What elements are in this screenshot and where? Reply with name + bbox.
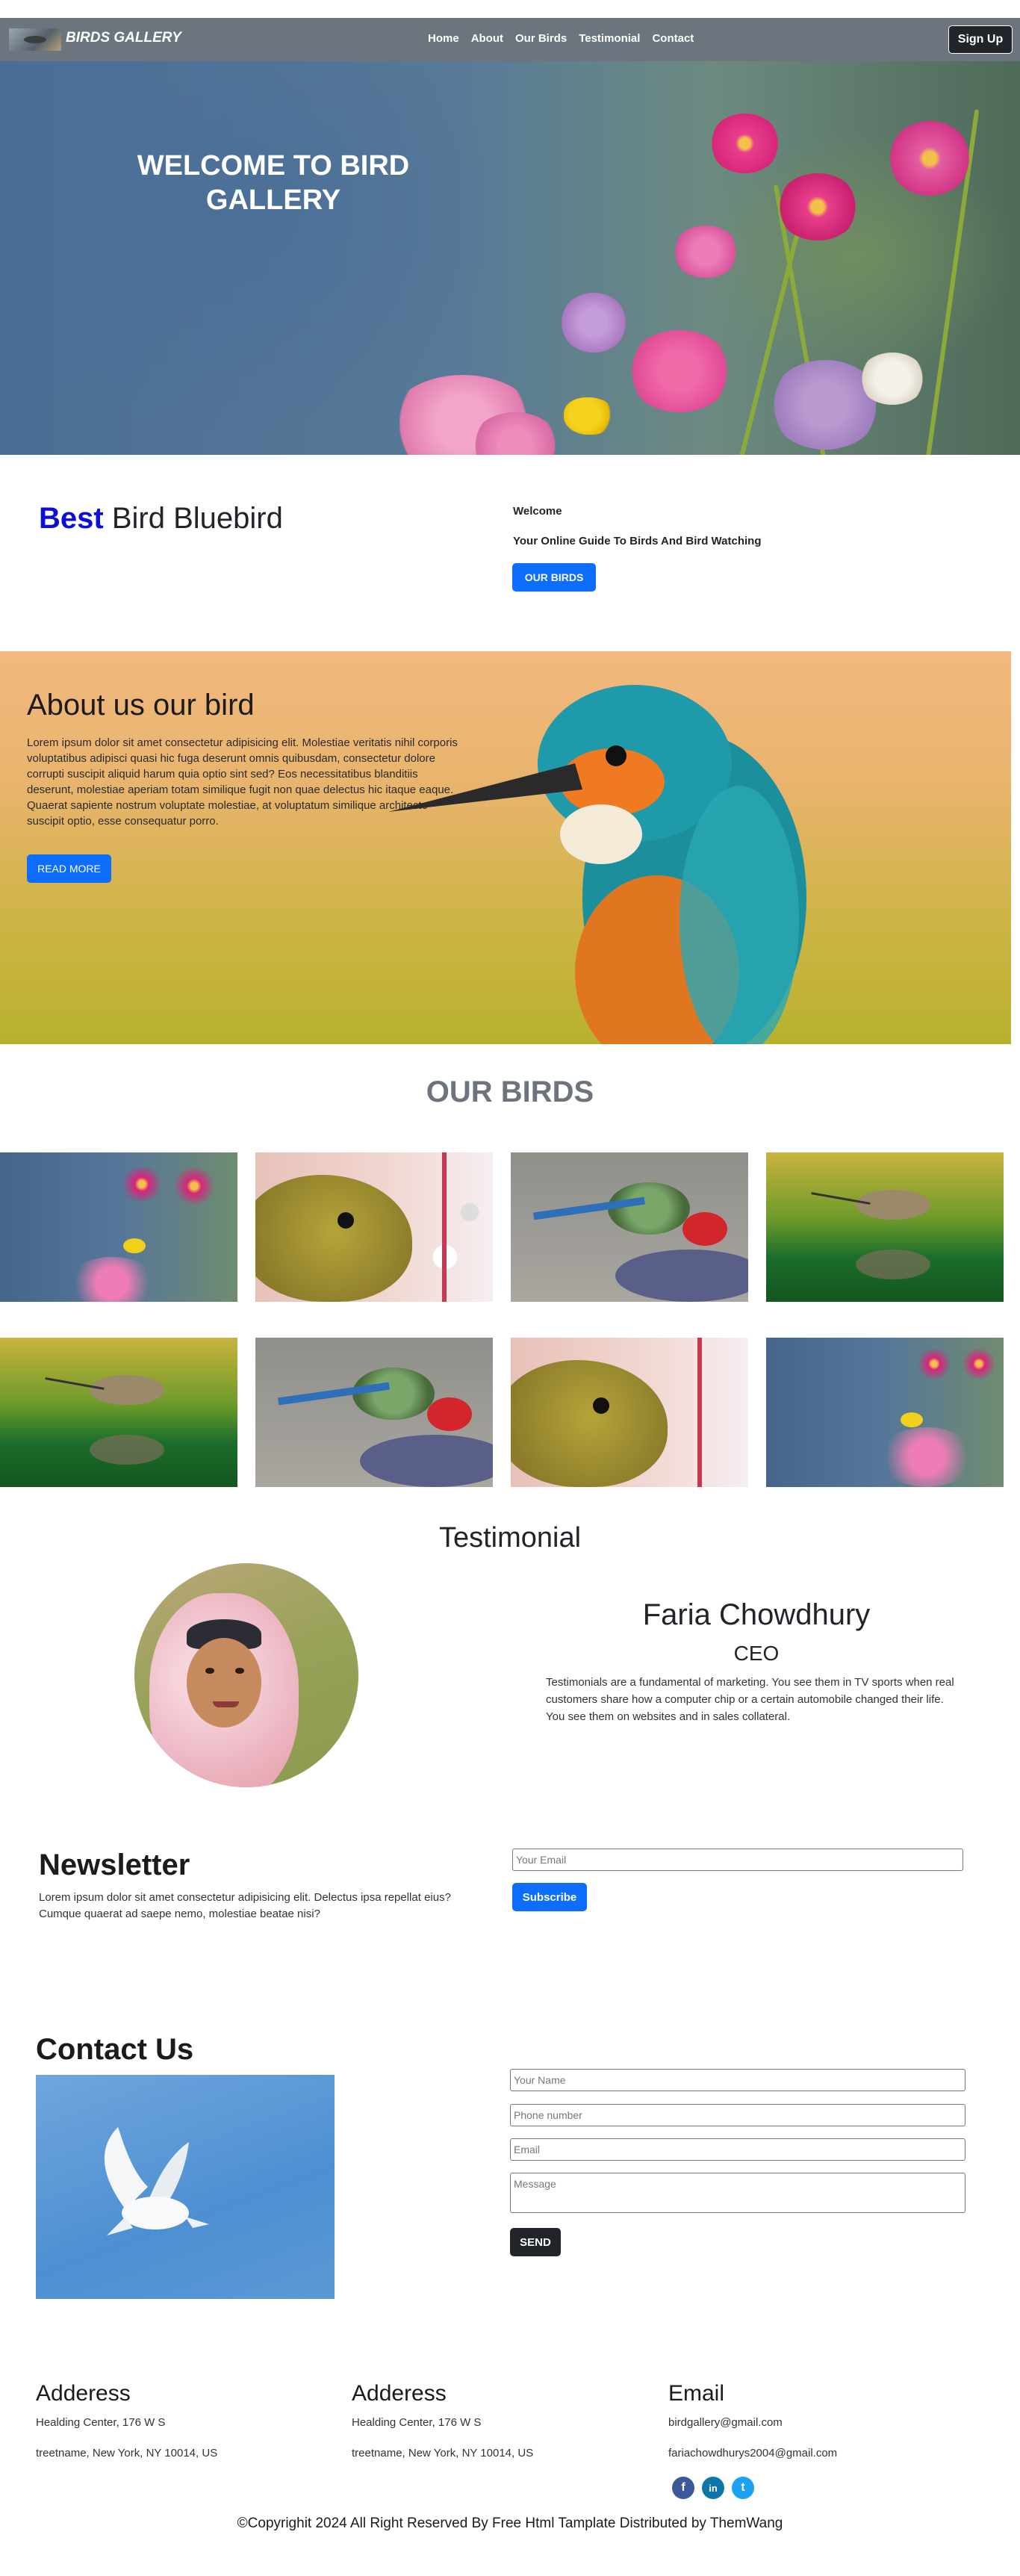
testimonial-title: Testimonial — [438, 1522, 582, 1554]
welcome-label: Welcome — [513, 505, 562, 518]
linkedin-icon[interactable]: in — [702, 2477, 724, 2499]
bird-tile-3[interactable] — [511, 1152, 748, 1302]
kingfisher-image — [388, 685, 806, 1044]
best-title: Best Bird Bluebird — [39, 502, 283, 536]
contact-title: Contact Us — [36, 2033, 194, 2066]
hero-banner: WELCOME TO BIRD GALLERY — [0, 61, 1020, 455]
bird-tile-8[interactable] — [766, 1338, 1004, 1487]
newsletter-title: Newsletter — [39, 1849, 190, 1881]
goldfinch-bird — [564, 397, 616, 435]
best-highlight: Best — [39, 502, 104, 535]
about-section: About us our bird Lorem ipsum dolor sit … — [0, 651, 1011, 1044]
dove-icon — [104, 2127, 209, 2235]
testimonial-avatar — [134, 1563, 358, 1787]
contact-message-textarea[interactable]: Message — [510, 2173, 965, 2213]
flower-image — [709, 114, 780, 173]
logo-image[interactable] — [9, 28, 61, 51]
bird-tile-2[interactable] — [255, 1152, 493, 1302]
bird-tile-1[interactable] — [0, 1152, 237, 1302]
testimonial-name: Faria Chowdhury — [642, 1598, 871, 1631]
nav-link-about[interactable]: About — [471, 32, 503, 45]
testimonial-role: CEO — [733, 1642, 780, 1665]
footer-address-title-2: Adderess — [352, 2381, 447, 2406]
nav-link-contact[interactable]: Contact — [652, 32, 694, 45]
read-more-button[interactable]: READ MORE — [27, 854, 111, 883]
twitter-icon[interactable]: t — [732, 2477, 754, 2499]
footer-address-line-1b: treetname, New York, NY 10014, US — [36, 2447, 218, 2459]
bird-tile-4[interactable] — [766, 1152, 1004, 1302]
our-birds-button[interactable]: OUR BIRDS — [512, 563, 596, 592]
footer-email-title: Email — [668, 2381, 725, 2406]
contact-name-input[interactable]: Your Name — [510, 2069, 965, 2091]
nav-link-home[interactable]: Home — [428, 32, 459, 45]
our-birds-title: OUR BIRDS — [426, 1076, 594, 1108]
footer-address-line-1a: Healding Center, 176 W S — [36, 2416, 166, 2429]
bird-tile-6[interactable] — [255, 1338, 493, 1487]
best-title-rest: Bird Bluebird — [103, 502, 283, 535]
signup-button[interactable]: Sign Up — [948, 25, 1013, 54]
testimonial-text: Testimonials are a fundamental of market… — [546, 1676, 954, 1723]
newsletter-text: Lorem ipsum dolor sit amet consectetur a… — [39, 1891, 451, 1920]
about-title: About us our bird — [27, 689, 255, 721]
guide-label: Your Online Guide To Birds And Bird Watc… — [513, 535, 762, 547]
hero-title: WELCOME TO BIRD GALLERY — [137, 150, 410, 216]
copyright-text: ©Copyrighit 2024 All Right Reserved By F… — [237, 2516, 783, 2531]
facebook-icon[interactable]: f — [672, 2477, 694, 2499]
dove-image — [36, 2075, 335, 2299]
nav-link-testimonial[interactable]: Testimonial — [579, 32, 640, 45]
brand-name[interactable]: BIRDS GALLERY — [66, 30, 181, 46]
footer-address-line-2b: treetname, New York, NY 10014, US — [352, 2447, 534, 2459]
nav-link-our-birds[interactable]: Our Birds — [515, 32, 567, 45]
subscribe-button[interactable]: Subscribe — [512, 1883, 587, 1911]
newsletter-email-input[interactable]: Your Email — [512, 1849, 963, 1871]
nav-links: Home About Our Birds Testimonial Contact — [428, 32, 694, 45]
send-button[interactable]: SEND — [510, 2228, 561, 2256]
footer-email-2[interactable]: fariachowdhurys2004@gmail.com — [668, 2447, 837, 2459]
footer-address-line-2a: Healding Center, 176 W S — [352, 2416, 482, 2429]
contact-phone-input[interactable]: Phone number — [510, 2104, 965, 2126]
contact-email-input[interactable]: Email — [510, 2138, 965, 2161]
about-text: Lorem ipsum dolor sit amet consectetur a… — [27, 736, 458, 828]
bird-tile-7[interactable] — [511, 1338, 748, 1487]
bird-tile-5[interactable] — [0, 1338, 237, 1487]
navbar: BIRDS GALLERY Home About Our Birds Testi… — [0, 18, 1020, 61]
footer-email-1[interactable]: birdgallery@gmail.com — [668, 2416, 783, 2429]
footer-address-title-1: Adderess — [36, 2381, 131, 2406]
